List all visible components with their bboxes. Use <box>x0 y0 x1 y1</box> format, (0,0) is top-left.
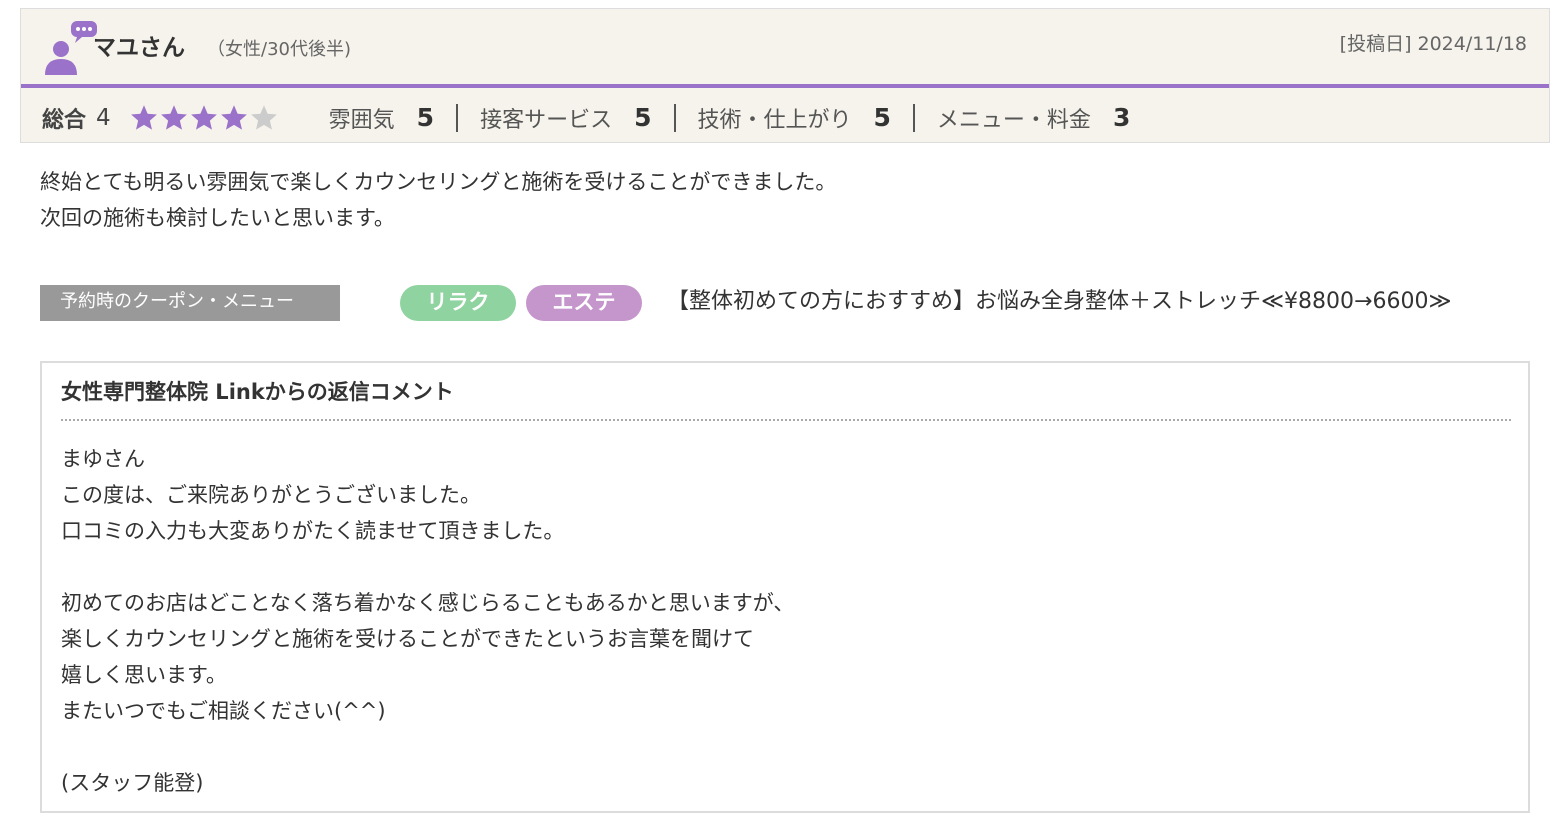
rating-label: メニュー・料金 <box>936 107 1091 133</box>
reply-title: 女性専門整体院 Linkからの返信コメント <box>61 380 454 404</box>
rating-score: 5 <box>416 103 435 132</box>
reply-line: またいつでもご相談ください(^^) <box>61 699 386 723</box>
rating-atmosphere: 雰囲気 5 <box>307 103 459 133</box>
review-card: マユさん （女性/30代後半) [投稿日] 2024/11/18 総合 4 雰囲気… <box>20 8 1550 143</box>
post-date: [投稿日] 2024/11/18 <box>1340 32 1527 56</box>
reviewer-name: マユさん <box>93 35 185 61</box>
reply-line: 初めてのお店はどことなく落ち着かなく感じらることもあるかと思いますが、 <box>61 591 795 615</box>
post-date-value: 2024/11/18 <box>1417 33 1527 55</box>
reply-divider <box>61 419 1511 421</box>
review-body-line: 次回の施術も検討したいと思います。 <box>40 206 395 230</box>
overall-value: 4 <box>96 104 111 131</box>
user-avatar-icon <box>45 21 97 75</box>
rating-label: 雰囲気 <box>328 107 395 133</box>
tag-relax[interactable]: リラク <box>400 285 516 321</box>
reply-box: 女性専門整体院 Linkからの返信コメント まゆさん この度は、ご来院ありがとう… <box>40 361 1530 813</box>
review-body: 終始とても明るい雰囲気で楽しくカウンセリングと施術を受けることができました。 次… <box>40 164 836 236</box>
star-filled-icon <box>160 104 187 130</box>
ratings-bar: 総合 4 雰囲気 5 接客サービス 5 技術・仕上がり 5 メニュー・料金 3 <box>21 92 1549 143</box>
reply-line <box>61 729 794 765</box>
reply-line: この度は、ご来院ありがとうございました。 <box>61 483 481 507</box>
tag-esthe[interactable]: エステ <box>526 285 642 321</box>
reply-line: まゆさん <box>61 447 145 471</box>
rating-score: 3 <box>1112 103 1131 132</box>
overall-rating: 総合 4 <box>42 102 279 134</box>
star-filled-icon <box>190 104 217 130</box>
rating-service: 接客サービス 5 <box>458 103 676 133</box>
star-filled-icon <box>130 104 157 130</box>
rating-technique: 技術・仕上がり 5 <box>676 103 915 133</box>
reply-line: 楽しくカウンセリングと施術を受けることができたというお言葉を聞けて <box>61 627 754 651</box>
coupon-label: 予約時のクーポン・メニュー <box>40 285 340 321</box>
overall-label: 総合 <box>42 107 87 133</box>
reply-line <box>61 549 794 585</box>
post-date-label: [投稿日] <box>1339 33 1412 55</box>
reply-line: (スタッフ能登) <box>61 771 204 795</box>
rating-label: 技術・仕上がり <box>697 107 852 133</box>
star-filled-icon <box>220 104 247 130</box>
rating-score: 5 <box>873 103 891 132</box>
rating-label: 接客サービス <box>480 107 613 133</box>
review-header: マユさん （女性/30代後半) [投稿日] 2024/11/18 <box>21 9 1549 88</box>
rating-menu-price: メニュー・料金 3 <box>915 103 1152 133</box>
star-rating <box>129 103 279 133</box>
review-body-line: 終始とても明るい雰囲気で楽しくカウンセリングと施術を受けることができました。 <box>40 170 837 194</box>
reply-body: まゆさん この度は、ご来院ありがとうございました。 口コミの入力も大変ありがたく… <box>61 441 794 801</box>
coupon-menu-link[interactable]: 【整体初めての方におすすめ】お悩み全身整体＋ストレッチ≪¥8800→6600≫ <box>667 286 1451 318</box>
reply-line: 嬉しく思います。 <box>61 663 227 687</box>
reply-line: 口コミの入力も大変ありがたく読ませて頂きました。 <box>61 519 565 543</box>
reviewer-attributes: （女性/30代後半) <box>207 39 351 60</box>
rating-score: 5 <box>634 103 652 132</box>
star-empty-icon <box>250 104 277 130</box>
